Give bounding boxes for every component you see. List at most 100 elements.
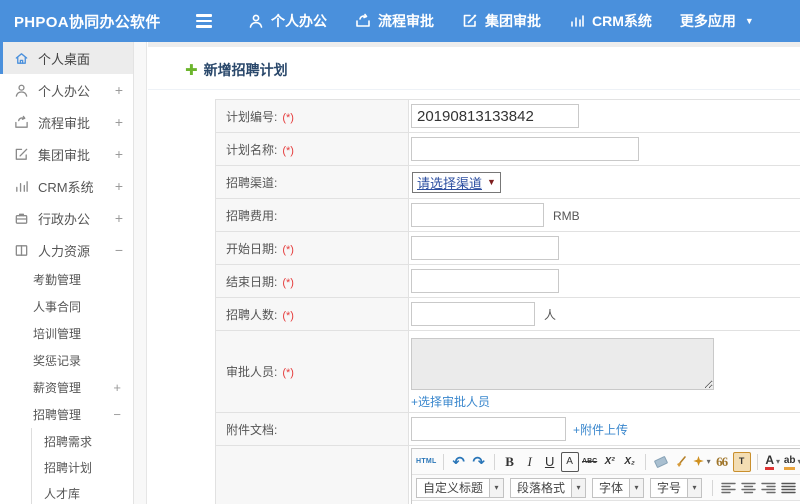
sidebar-item-salary[interactable]: 薪资管理 +: [0, 374, 133, 401]
sidebar-item-recruit-demand[interactable]: 招聘需求: [32, 428, 133, 454]
sidebar-item-crm[interactable]: CRM系统 +: [0, 170, 133, 202]
expand-plus-icon[interactable]: +: [113, 380, 121, 395]
sidebar-item-recruit-plan[interactable]: 招聘计划: [32, 454, 133, 480]
table-row: HTML ↶ ↷ B I U A ABC X² X₂ ▾ 66 T A ▾ ab…: [215, 445, 800, 504]
top-nav: 个人办公 流程审批 集团审批 CRM系统 更多应用 ▼: [248, 11, 754, 31]
nav-personal-office[interactable]: 个人办公: [248, 11, 327, 31]
sidebar-item-group-approval[interactable]: 集团审批 +: [0, 138, 133, 170]
add-plus-icon: ✚: [185, 61, 198, 79]
field-label: 结束日期:: [226, 274, 278, 289]
expand-plus-icon[interactable]: +: [115, 178, 123, 194]
required-mark: (*): [282, 243, 294, 256]
required-mark: (*): [282, 111, 294, 124]
sidebar-item-talent-pool[interactable]: 人才库: [32, 480, 133, 504]
expand-plus-icon[interactable]: +: [115, 82, 123, 98]
sidebar-item-desktop[interactable]: 个人桌面: [0, 42, 133, 74]
sidebar-item-recruit-mgmt[interactable]: 招聘管理 −: [0, 401, 133, 428]
attachment-upload-link[interactable]: +附件上传: [573, 423, 628, 437]
headcount-unit-label: 人: [544, 307, 557, 322]
plan-name-input[interactable]: [411, 137, 639, 161]
approver-textarea[interactable]: [411, 338, 714, 390]
subscript-icon[interactable]: X₂: [621, 452, 639, 472]
align-center-icon[interactable]: [739, 478, 757, 498]
highlight-color-icon[interactable]: ab ▾: [783, 452, 800, 472]
sidebar-item-personal-office[interactable]: 个人办公 +: [0, 74, 133, 106]
redo-icon[interactable]: ↷: [470, 452, 488, 472]
page-header: ✚ 新增招聘计划: [148, 47, 800, 90]
sidebar-item-workflow-approval[interactable]: 流程审批 +: [0, 106, 133, 138]
expand-plus-icon[interactable]: +: [115, 146, 123, 162]
caret-down-icon: ▼: [487, 177, 496, 187]
fee-unit-label: RMB: [553, 208, 580, 223]
undo-icon[interactable]: ↶: [450, 452, 468, 472]
sidebar-item-rewards[interactable]: 奖惩记录: [0, 347, 133, 374]
start-date-input[interactable]: [411, 236, 559, 260]
main-content: ✚ 新增招聘计划 计划编号: (*) 计划名称: (*) 招聘渠道: 请选择渠道 ▼…: [148, 42, 800, 504]
custom-heading-select[interactable]: 自定义标题 ▾: [416, 477, 505, 498]
field-label: 审批人员:: [226, 365, 278, 379]
field-label: 开始日期:: [226, 241, 278, 256]
sidebar-item-admin-office[interactable]: 行政办公 +: [0, 202, 133, 234]
required-mark: (*): [282, 144, 294, 157]
remove-format-icon[interactable]: [652, 452, 670, 472]
edit-square-icon: [15, 148, 28, 160]
select-approver-link[interactable]: +选择审批人员: [411, 395, 490, 409]
sidebar-item-hr-contract[interactable]: 人事合同: [0, 293, 133, 320]
caret-down-icon: ▾: [571, 478, 586, 497]
italic-icon[interactable]: I: [521, 452, 539, 472]
required-mark: (*): [282, 276, 294, 289]
font-color-icon[interactable]: A ▾: [764, 452, 782, 472]
fee-input[interactable]: [411, 203, 544, 227]
format-painter-icon[interactable]: [672, 452, 690, 472]
expand-plus-icon[interactable]: +: [115, 114, 123, 130]
editor-toolbar-row2: 自定义标题 ▾ 段落格式 ▾ 字体 ▾ 字号 ▾: [412, 475, 800, 501]
char-border-icon[interactable]: A: [560, 451, 579, 472]
user-icon: [15, 84, 28, 97]
field-label: 计划名称:: [226, 142, 278, 157]
end-date-input[interactable]: [411, 269, 559, 293]
sidebar-item-hr[interactable]: 人力资源 −: [0, 234, 133, 266]
menu-toggle-icon[interactable]: [196, 14, 212, 28]
superscript-icon[interactable]: X²: [601, 452, 619, 472]
plan-no-input[interactable]: [411, 104, 579, 128]
nav-group-approval[interactable]: 集团审批: [462, 11, 541, 31]
table-row: 招聘渠道: 请选择渠道 ▼: [215, 165, 800, 199]
caret-down-icon: ▾: [687, 478, 702, 497]
caret-down-icon: ▾: [706, 457, 711, 466]
topbar: PHPOA协同办公软件 个人办公 流程审批 集团审批 CRM系统 更多应用 ▼: [0, 0, 800, 42]
sidebar-item-attendance[interactable]: 考勤管理: [0, 266, 133, 293]
align-left-icon[interactable]: [719, 478, 737, 498]
html-source-icon[interactable]: HTML: [416, 452, 437, 472]
collapse-minus-icon[interactable]: −: [115, 242, 123, 258]
bold-icon[interactable]: B: [501, 452, 519, 472]
sidebar-item-training[interactable]: 培训管理: [0, 320, 133, 347]
nav-crm-system[interactable]: CRM系统: [569, 11, 652, 31]
strikethrough-icon[interactable]: ABC: [581, 452, 599, 472]
font-size-select[interactable]: 字号 ▾: [650, 477, 703, 498]
nav-more-apps[interactable]: 更多应用 ▼: [680, 11, 754, 31]
book-icon: [15, 244, 28, 256]
app-logo: PHPOA协同办公软件: [14, 13, 161, 31]
font-family-select[interactable]: 字体 ▾: [592, 477, 645, 498]
headcount-input[interactable]: [411, 302, 535, 326]
table-row: 计划名称: (*): [215, 132, 800, 166]
field-label: 计划编号:: [226, 109, 278, 124]
edit-square-icon: [463, 14, 477, 27]
attachment-input[interactable]: [411, 417, 566, 441]
collapse-minus-icon[interactable]: −: [113, 407, 121, 422]
table-row: 开始日期: (*): [215, 231, 800, 265]
expand-plus-icon[interactable]: +: [115, 210, 123, 226]
align-right-icon[interactable]: [759, 478, 777, 498]
channel-select[interactable]: 请选择渠道 ▼: [412, 171, 501, 193]
field-label: 招聘人数:: [226, 307, 278, 322]
table-row: 招聘费用: RMB: [215, 198, 800, 232]
nav-workflow-approval[interactable]: 流程审批: [355, 11, 434, 31]
underline-icon[interactable]: U: [541, 452, 559, 472]
paste-plain-text-icon[interactable]: T: [732, 451, 751, 472]
workflow-share-icon: [15, 115, 28, 128]
paragraph-format-select[interactable]: 段落格式 ▾: [510, 477, 587, 498]
blockquote-icon[interactable]: 66: [713, 452, 731, 472]
quick-format-icon[interactable]: ▾: [692, 452, 711, 472]
sidebar-scrollbar[interactable]: [134, 42, 147, 504]
align-justify-icon[interactable]: [779, 478, 797, 498]
